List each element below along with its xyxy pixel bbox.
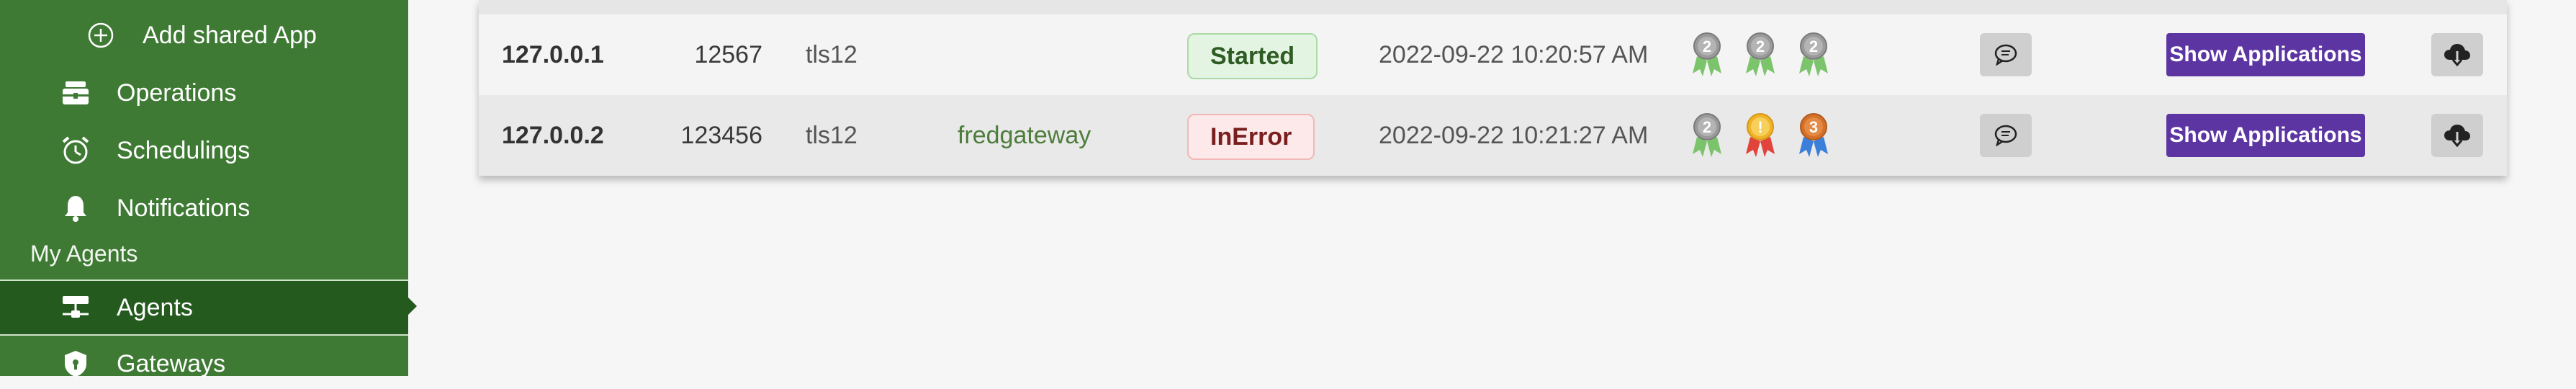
comments-button[interactable] <box>1980 114 2032 157</box>
status-badge: InError <box>1187 114 1315 160</box>
sidebar-item-label: Agents <box>117 293 193 321</box>
shield-icon <box>60 348 91 380</box>
sidebar-item-label: Add shared App <box>143 21 317 49</box>
toolbox-icon <box>60 77 91 109</box>
gateway-link[interactable]: fredgateway <box>958 95 1091 176</box>
gold-medal-icon: ! <box>1746 113 1775 157</box>
show-applications-button[interactable]: Show Applications <box>2166 33 2365 76</box>
download-button[interactable] <box>2431 33 2483 76</box>
medal-label: 2 <box>1703 118 1711 136</box>
sidebar-item-agents[interactable]: Agents <box>0 280 408 336</box>
table-header-strip <box>479 0 2507 14</box>
ip-cell: 127.0.0.2 <box>502 121 604 149</box>
sidebar: Add shared App Operations Schedulings No… <box>0 0 417 377</box>
medal-label: 2 <box>1703 37 1711 55</box>
plus-circle-icon <box>85 19 117 51</box>
port-cell: 12567 <box>694 40 762 68</box>
silver-medal-icon: 2 <box>1693 113 1721 157</box>
silver-medal-icon: 2 <box>1746 32 1775 76</box>
sidebar-item-schedulings[interactable]: Schedulings <box>0 125 408 176</box>
port-cell: 123456 <box>680 121 762 149</box>
silver-medal-icon: 2 <box>1799 32 1828 76</box>
protocol-cell: tls12 <box>806 121 857 149</box>
medal-label: 2 <box>1756 37 1765 55</box>
medal-label: ! <box>1757 118 1762 136</box>
alarm-clock-icon <box>60 135 91 166</box>
sidebar-item-label: Schedulings <box>117 136 251 164</box>
chat-bubble-icon <box>1994 125 2017 146</box>
sidebar-item-label: Operations <box>117 79 237 107</box>
active-indicator <box>407 296 417 316</box>
table-row: 127.0.0.1 12567 tls12 Started 2022-09-22… <box>479 14 2507 95</box>
download-button[interactable] <box>2431 114 2483 157</box>
medal-label: 3 <box>1809 118 1818 136</box>
bronze-medal-icon: 3 <box>1799 113 1828 157</box>
sidebar-item-gateways[interactable]: Gateways <box>0 339 408 389</box>
table-row: 127.0.0.2 123456 tls12 fredgateway InErr… <box>479 95 2507 176</box>
silver-medal-icon: 2 <box>1693 32 1721 76</box>
protocol-cell: tls12 <box>806 40 857 68</box>
ip-cell: 127.0.0.1 <box>502 40 604 68</box>
bell-icon <box>60 192 91 224</box>
sidebar-section-title: My Agents <box>30 241 138 267</box>
comments-button[interactable] <box>1980 33 2032 76</box>
date-cell: 2022-09-22 10:20:57 AM <box>1379 40 1649 68</box>
cloud-download-icon <box>2444 125 2470 148</box>
show-applications-button[interactable]: Show Applications <box>2166 114 2365 157</box>
sidebar-item-notifications[interactable]: Notifications <box>0 183 408 233</box>
sidebar-item-operations[interactable]: Operations <box>0 68 408 118</box>
cloud-download-icon <box>2444 44 2470 67</box>
agents-table: 127.0.0.1 12567 tls12 Started 2022-09-22… <box>479 0 2507 176</box>
status-badge: Started <box>1187 33 1318 79</box>
network-agent-icon <box>60 292 91 323</box>
chat-bubble-icon <box>1994 44 2017 66</box>
sidebar-item-label: Gateways <box>117 349 226 377</box>
sidebar-item-add-shared-app[interactable]: Add shared App <box>0 10 408 61</box>
sidebar-item-label: Notifications <box>117 194 251 222</box>
date-cell: 2022-09-22 10:21:27 AM <box>1379 121 1649 149</box>
medal-label: 2 <box>1809 37 1818 55</box>
